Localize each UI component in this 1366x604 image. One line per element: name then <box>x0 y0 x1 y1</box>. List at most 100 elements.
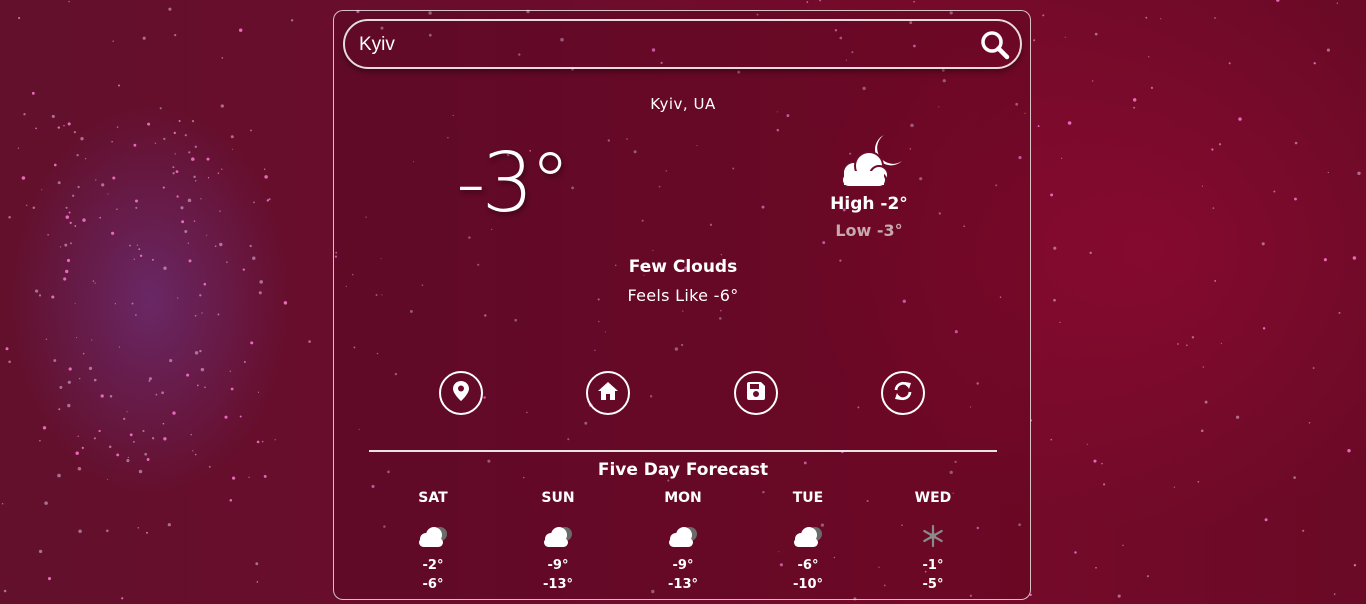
star <box>1212 207 1215 209</box>
star <box>1262 327 1266 330</box>
star <box>1117 594 1121 598</box>
current-temperature: -3° <box>456 136 571 231</box>
star <box>1338 311 1341 314</box>
star <box>1160 18 1162 20</box>
star <box>1200 429 1204 433</box>
star <box>1145 16 1148 19</box>
star <box>1050 438 1053 441</box>
star <box>109 395 113 398</box>
star <box>177 297 179 299</box>
star <box>107 478 109 481</box>
star <box>217 313 220 316</box>
star <box>193 220 196 222</box>
star <box>3 589 7 593</box>
star <box>1191 336 1195 339</box>
star <box>200 367 205 372</box>
star <box>121 597 124 600</box>
star <box>41 189 43 191</box>
star <box>1186 344 1188 347</box>
star <box>139 254 143 257</box>
star <box>249 244 252 248</box>
star <box>308 340 311 343</box>
star <box>78 529 82 534</box>
cloudy-icon <box>518 516 598 556</box>
star <box>74 303 76 305</box>
star <box>1308 421 1311 424</box>
star <box>1033 39 1036 42</box>
star <box>257 391 260 393</box>
star <box>199 294 202 297</box>
star <box>208 465 211 468</box>
star <box>230 387 234 391</box>
star <box>283 301 288 305</box>
star <box>108 445 112 449</box>
star <box>148 377 152 381</box>
star <box>1177 343 1179 345</box>
star <box>116 126 119 128</box>
star <box>174 34 177 37</box>
star <box>1323 258 1327 262</box>
star <box>72 194 75 197</box>
star <box>51 295 55 299</box>
star <box>1094 32 1098 36</box>
star <box>73 130 77 134</box>
star <box>74 225 77 227</box>
star <box>206 157 210 161</box>
star <box>133 441 135 443</box>
star <box>250 129 252 132</box>
star <box>1148 56 1150 58</box>
star <box>250 341 254 345</box>
star <box>1353 564 1357 567</box>
star <box>32 206 36 210</box>
star <box>1238 117 1242 121</box>
star <box>1313 62 1316 65</box>
star <box>1336 2 1338 4</box>
star <box>193 175 196 179</box>
city-search-input[interactable] <box>357 31 961 59</box>
forecast-low: -13° <box>543 577 573 592</box>
star <box>913 1 915 3</box>
star <box>176 195 179 198</box>
search-icon[interactable] <box>980 30 1010 60</box>
star <box>172 172 175 175</box>
star <box>5 347 9 351</box>
star <box>1089 251 1092 255</box>
star <box>1086 443 1088 445</box>
star <box>1204 400 1208 404</box>
forecast-high: -1° <box>922 558 944 573</box>
refresh-button[interactable] <box>881 371 925 415</box>
star <box>163 137 166 140</box>
forecast-high: -6° <box>797 558 819 573</box>
star <box>1347 449 1351 453</box>
star <box>1092 80 1094 82</box>
low-temperature: Low -3° <box>835 221 903 240</box>
star <box>1150 86 1154 90</box>
star <box>1197 480 1200 483</box>
star <box>190 433 192 436</box>
star <box>1261 242 1265 246</box>
star <box>101 183 105 187</box>
star <box>806 1 809 3</box>
star <box>194 314 197 317</box>
star <box>232 476 236 480</box>
location-button[interactable] <box>439 371 483 415</box>
star <box>66 258 71 263</box>
cloudy-icon <box>768 516 848 556</box>
star <box>137 527 140 529</box>
star <box>256 581 259 583</box>
star <box>187 242 190 244</box>
star <box>1228 62 1231 65</box>
save-button[interactable] <box>734 371 778 415</box>
forecast-high: -2° <box>422 558 444 573</box>
star <box>70 242 72 245</box>
star <box>194 351 199 355</box>
home-button[interactable] <box>586 371 630 415</box>
star <box>98 429 101 433</box>
star <box>191 157 195 161</box>
forecast-title: Five Day Forecast <box>597 460 769 480</box>
star <box>93 437 97 440</box>
star <box>1327 171 1329 174</box>
star <box>1173 486 1176 488</box>
star <box>135 206 138 209</box>
star <box>1211 148 1214 151</box>
